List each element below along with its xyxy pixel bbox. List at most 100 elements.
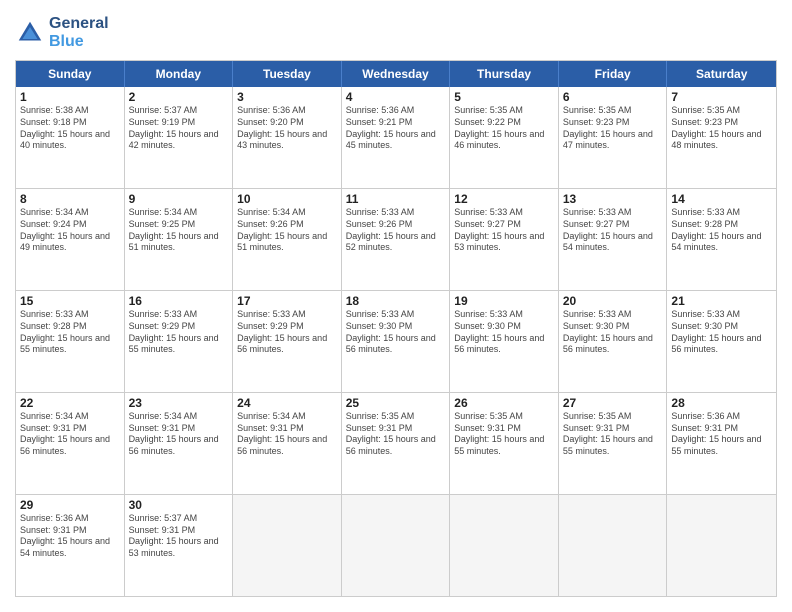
- calendar-cell: 1Sunrise: 5:38 AMSunset: 9:18 PMDaylight…: [16, 87, 125, 188]
- cell-info: Sunrise: 5:33 AMSunset: 9:30 PMDaylight:…: [563, 309, 663, 356]
- calendar-cell: 24Sunrise: 5:34 AMSunset: 9:31 PMDayligh…: [233, 393, 342, 494]
- calendar-cell: 28Sunrise: 5:36 AMSunset: 9:31 PMDayligh…: [667, 393, 776, 494]
- calendar-cell: [342, 495, 451, 596]
- page-container: General Blue SundayMondayTuesdayWednesda…: [0, 0, 792, 612]
- cell-info: Sunrise: 5:35 AMSunset: 9:31 PMDaylight:…: [563, 411, 663, 458]
- cell-date: 10: [237, 192, 337, 206]
- cell-date: 2: [129, 90, 229, 104]
- day-header-saturday: Saturday: [667, 61, 776, 87]
- calendar: SundayMondayTuesdayWednesdayThursdayFrid…: [15, 60, 777, 597]
- cell-date: 13: [563, 192, 663, 206]
- cell-date: 15: [20, 294, 120, 308]
- cell-date: 23: [129, 396, 229, 410]
- calendar-cell: 14Sunrise: 5:33 AMSunset: 9:28 PMDayligh…: [667, 189, 776, 290]
- page-header: General Blue: [15, 15, 777, 50]
- cell-info: Sunrise: 5:35 AMSunset: 9:23 PMDaylight:…: [563, 105, 663, 152]
- logo-text: General Blue: [49, 15, 109, 50]
- calendar-cell: 30Sunrise: 5:37 AMSunset: 9:31 PMDayligh…: [125, 495, 234, 596]
- cell-date: 12: [454, 192, 554, 206]
- calendar-cell: 18Sunrise: 5:33 AMSunset: 9:30 PMDayligh…: [342, 291, 451, 392]
- cell-date: 1: [20, 90, 120, 104]
- day-header-friday: Friday: [559, 61, 668, 87]
- cell-date: 26: [454, 396, 554, 410]
- calendar-cell: 19Sunrise: 5:33 AMSunset: 9:30 PMDayligh…: [450, 291, 559, 392]
- cell-date: 6: [563, 90, 663, 104]
- cell-info: Sunrise: 5:33 AMSunset: 9:29 PMDaylight:…: [237, 309, 337, 356]
- cell-date: 29: [20, 498, 120, 512]
- calendar-cell: 2Sunrise: 5:37 AMSunset: 9:19 PMDaylight…: [125, 87, 234, 188]
- day-header-wednesday: Wednesday: [342, 61, 451, 87]
- calendar-cell: 15Sunrise: 5:33 AMSunset: 9:28 PMDayligh…: [16, 291, 125, 392]
- calendar-cell: [450, 495, 559, 596]
- cell-info: Sunrise: 5:37 AMSunset: 9:19 PMDaylight:…: [129, 105, 229, 152]
- cell-info: Sunrise: 5:33 AMSunset: 9:27 PMDaylight:…: [454, 207, 554, 254]
- cell-info: Sunrise: 5:36 AMSunset: 9:21 PMDaylight:…: [346, 105, 446, 152]
- calendar-cell: 8Sunrise: 5:34 AMSunset: 9:24 PMDaylight…: [16, 189, 125, 290]
- calendar-cell: 29Sunrise: 5:36 AMSunset: 9:31 PMDayligh…: [16, 495, 125, 596]
- cell-date: 17: [237, 294, 337, 308]
- cell-info: Sunrise: 5:35 AMSunset: 9:31 PMDaylight:…: [346, 411, 446, 458]
- calendar-row-1: 1Sunrise: 5:38 AMSunset: 9:18 PMDaylight…: [16, 87, 776, 189]
- calendar-cell: 13Sunrise: 5:33 AMSunset: 9:27 PMDayligh…: [559, 189, 668, 290]
- calendar-cell: 10Sunrise: 5:34 AMSunset: 9:26 PMDayligh…: [233, 189, 342, 290]
- cell-date: 5: [454, 90, 554, 104]
- cell-info: Sunrise: 5:34 AMSunset: 9:31 PMDaylight:…: [129, 411, 229, 458]
- cell-date: 9: [129, 192, 229, 206]
- cell-info: Sunrise: 5:36 AMSunset: 9:31 PMDaylight:…: [671, 411, 772, 458]
- calendar-row-4: 22Sunrise: 5:34 AMSunset: 9:31 PMDayligh…: [16, 393, 776, 495]
- cell-info: Sunrise: 5:34 AMSunset: 9:31 PMDaylight:…: [20, 411, 120, 458]
- cell-date: 21: [671, 294, 772, 308]
- cell-date: 27: [563, 396, 663, 410]
- calendar-cell: [233, 495, 342, 596]
- calendar-cell: 27Sunrise: 5:35 AMSunset: 9:31 PMDayligh…: [559, 393, 668, 494]
- calendar-row-2: 8Sunrise: 5:34 AMSunset: 9:24 PMDaylight…: [16, 189, 776, 291]
- calendar-row-5: 29Sunrise: 5:36 AMSunset: 9:31 PMDayligh…: [16, 495, 776, 596]
- day-header-monday: Monday: [125, 61, 234, 87]
- cell-date: 11: [346, 192, 446, 206]
- calendar-row-3: 15Sunrise: 5:33 AMSunset: 9:28 PMDayligh…: [16, 291, 776, 393]
- day-header-tuesday: Tuesday: [233, 61, 342, 87]
- cell-info: Sunrise: 5:34 AMSunset: 9:26 PMDaylight:…: [237, 207, 337, 254]
- calendar-cell: 6Sunrise: 5:35 AMSunset: 9:23 PMDaylight…: [559, 87, 668, 188]
- calendar-cell: 5Sunrise: 5:35 AMSunset: 9:22 PMDaylight…: [450, 87, 559, 188]
- calendar-cell: 4Sunrise: 5:36 AMSunset: 9:21 PMDaylight…: [342, 87, 451, 188]
- calendar-body: 1Sunrise: 5:38 AMSunset: 9:18 PMDaylight…: [16, 87, 776, 596]
- day-header-thursday: Thursday: [450, 61, 559, 87]
- day-header-sunday: Sunday: [16, 61, 125, 87]
- cell-date: 3: [237, 90, 337, 104]
- calendar-cell: [667, 495, 776, 596]
- cell-info: Sunrise: 5:36 AMSunset: 9:20 PMDaylight:…: [237, 105, 337, 152]
- cell-date: 8: [20, 192, 120, 206]
- logo: General Blue: [15, 15, 109, 50]
- calendar-cell: 9Sunrise: 5:34 AMSunset: 9:25 PMDaylight…: [125, 189, 234, 290]
- calendar-cell: 23Sunrise: 5:34 AMSunset: 9:31 PMDayligh…: [125, 393, 234, 494]
- cell-date: 18: [346, 294, 446, 308]
- calendar-cell: 3Sunrise: 5:36 AMSunset: 9:20 PMDaylight…: [233, 87, 342, 188]
- cell-info: Sunrise: 5:33 AMSunset: 9:28 PMDaylight:…: [20, 309, 120, 356]
- cell-info: Sunrise: 5:33 AMSunset: 9:30 PMDaylight:…: [671, 309, 772, 356]
- cell-info: Sunrise: 5:36 AMSunset: 9:31 PMDaylight:…: [20, 513, 120, 560]
- cell-info: Sunrise: 5:33 AMSunset: 9:30 PMDaylight:…: [454, 309, 554, 356]
- cell-info: Sunrise: 5:33 AMSunset: 9:27 PMDaylight:…: [563, 207, 663, 254]
- cell-info: Sunrise: 5:35 AMSunset: 9:31 PMDaylight:…: [454, 411, 554, 458]
- calendar-cell: 17Sunrise: 5:33 AMSunset: 9:29 PMDayligh…: [233, 291, 342, 392]
- cell-date: 19: [454, 294, 554, 308]
- cell-date: 16: [129, 294, 229, 308]
- calendar-cell: 12Sunrise: 5:33 AMSunset: 9:27 PMDayligh…: [450, 189, 559, 290]
- calendar-cell: 16Sunrise: 5:33 AMSunset: 9:29 PMDayligh…: [125, 291, 234, 392]
- cell-info: Sunrise: 5:34 AMSunset: 9:31 PMDaylight:…: [237, 411, 337, 458]
- calendar-header: SundayMondayTuesdayWednesdayThursdayFrid…: [16, 61, 776, 87]
- cell-info: Sunrise: 5:34 AMSunset: 9:24 PMDaylight:…: [20, 207, 120, 254]
- cell-date: 4: [346, 90, 446, 104]
- cell-info: Sunrise: 5:38 AMSunset: 9:18 PMDaylight:…: [20, 105, 120, 152]
- cell-date: 7: [671, 90, 772, 104]
- cell-info: Sunrise: 5:33 AMSunset: 9:28 PMDaylight:…: [671, 207, 772, 254]
- cell-info: Sunrise: 5:35 AMSunset: 9:22 PMDaylight:…: [454, 105, 554, 152]
- logo-icon: [15, 18, 45, 48]
- cell-info: Sunrise: 5:33 AMSunset: 9:26 PMDaylight:…: [346, 207, 446, 254]
- calendar-cell: 26Sunrise: 5:35 AMSunset: 9:31 PMDayligh…: [450, 393, 559, 494]
- cell-date: 28: [671, 396, 772, 410]
- cell-date: 20: [563, 294, 663, 308]
- cell-info: Sunrise: 5:33 AMSunset: 9:29 PMDaylight:…: [129, 309, 229, 356]
- calendar-cell: 7Sunrise: 5:35 AMSunset: 9:23 PMDaylight…: [667, 87, 776, 188]
